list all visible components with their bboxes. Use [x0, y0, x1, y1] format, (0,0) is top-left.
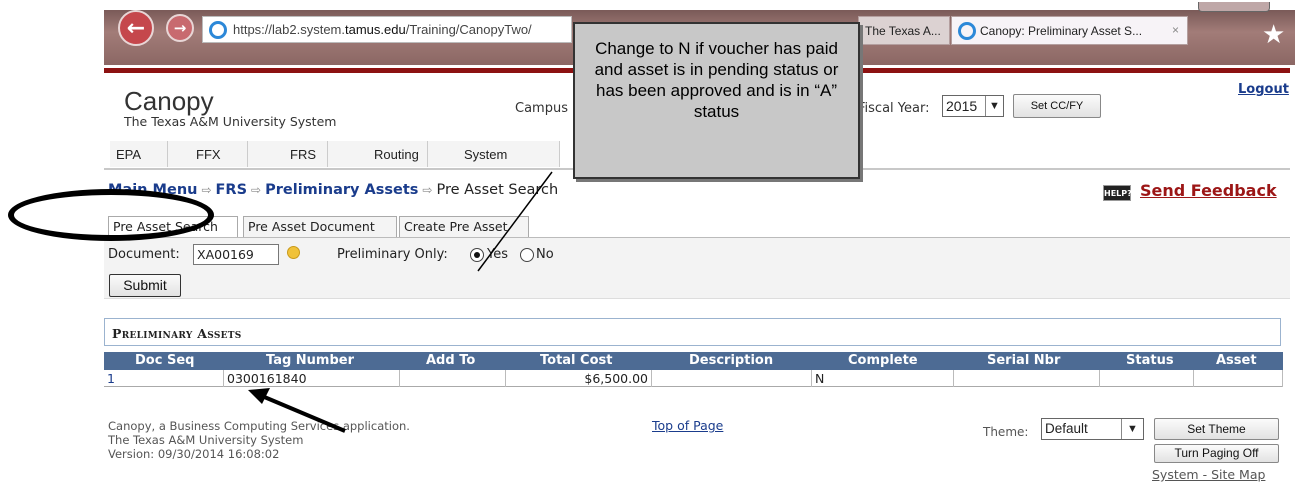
tag-number-arrow	[261, 394, 346, 433]
annotation-arrows	[248, 171, 553, 433]
callout-pointer-line	[477, 171, 553, 272]
